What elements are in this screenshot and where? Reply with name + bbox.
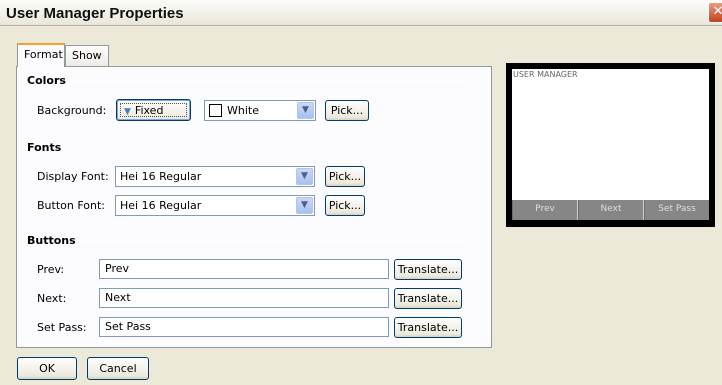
prev-label: Prev: xyxy=(37,263,65,276)
preview-soft-key-set-pass: Set Pass xyxy=(644,200,709,220)
preview-soft-key-bar: Prev Next Set Pass xyxy=(512,200,709,220)
chevron-down-icon[interactable]: ▼ xyxy=(297,102,314,119)
background-color-select[interactable]: White ▼ xyxy=(204,100,316,121)
prev-translate-button[interactable]: Translate... xyxy=(394,259,462,280)
buttons-section-title: Buttons xyxy=(27,234,76,247)
format-panel: Colors Background: ▼ Fixed White ▼ Pick..… xyxy=(16,66,492,348)
prev-text-field[interactable]: Prev xyxy=(99,259,389,279)
window-title: User Manager Properties xyxy=(6,5,184,22)
button-font-label: Button Font: xyxy=(37,199,105,212)
next-text-field[interactable]: Next xyxy=(99,288,389,308)
colors-divider xyxy=(72,80,470,81)
button-font-pick-button[interactable]: Pick... xyxy=(325,195,365,216)
chevron-down-icon[interactable]: ▼ xyxy=(296,197,313,214)
background-label: Background: xyxy=(37,104,107,117)
fill-mode-button[interactable]: ▼ Fixed xyxy=(116,99,191,121)
close-icon[interactable]: ✕ xyxy=(708,2,722,23)
background-color-value: White xyxy=(227,104,259,117)
display-font-value: Hei 16 Regular xyxy=(120,170,202,183)
next-translate-button[interactable]: Translate... xyxy=(394,288,462,309)
triangle-down-icon: ▼ xyxy=(124,107,131,117)
fill-mode-label: Fixed xyxy=(134,104,164,117)
cancel-button[interactable]: Cancel xyxy=(87,357,149,380)
ok-button[interactable]: OK xyxy=(17,357,77,380)
set-pass-translate-button[interactable]: Translate... xyxy=(394,317,462,338)
set-pass-text-field[interactable]: Set Pass xyxy=(99,317,389,337)
device-preview: USER MANAGER Prev Next Set Pass xyxy=(506,63,715,227)
display-font-pick-button[interactable]: Pick... xyxy=(325,166,365,187)
preview-screen: USER MANAGER xyxy=(512,69,709,200)
button-font-select[interactable]: Hei 16 Regular ▼ xyxy=(115,195,315,216)
colors-section-title: Colors xyxy=(27,74,66,87)
display-font-select[interactable]: Hei 16 Regular ▼ xyxy=(115,166,315,187)
buttons-divider xyxy=(77,240,470,241)
display-font-label: Display Font: xyxy=(37,170,109,183)
color-swatch xyxy=(209,104,222,117)
tab-format[interactable]: Format xyxy=(17,43,65,67)
tab-show[interactable]: Show xyxy=(65,45,109,66)
background-pick-button[interactable]: Pick... xyxy=(325,100,369,121)
fonts-divider xyxy=(66,147,470,148)
button-font-value: Hei 16 Regular xyxy=(120,199,202,212)
next-label: Next: xyxy=(37,292,67,305)
preview-soft-key-prev: Prev xyxy=(512,200,578,220)
preview-soft-key-next: Next xyxy=(578,200,644,220)
fonts-section-title: Fonts xyxy=(27,141,62,154)
preview-screen-title: USER MANAGER xyxy=(513,70,578,79)
set-pass-label: Set Pass: xyxy=(37,321,87,334)
chevron-down-icon[interactable]: ▼ xyxy=(296,168,313,185)
title-bar: User Manager Properties ✕ xyxy=(0,0,722,26)
fill-mode-focus: ▼ Fixed xyxy=(120,103,187,117)
